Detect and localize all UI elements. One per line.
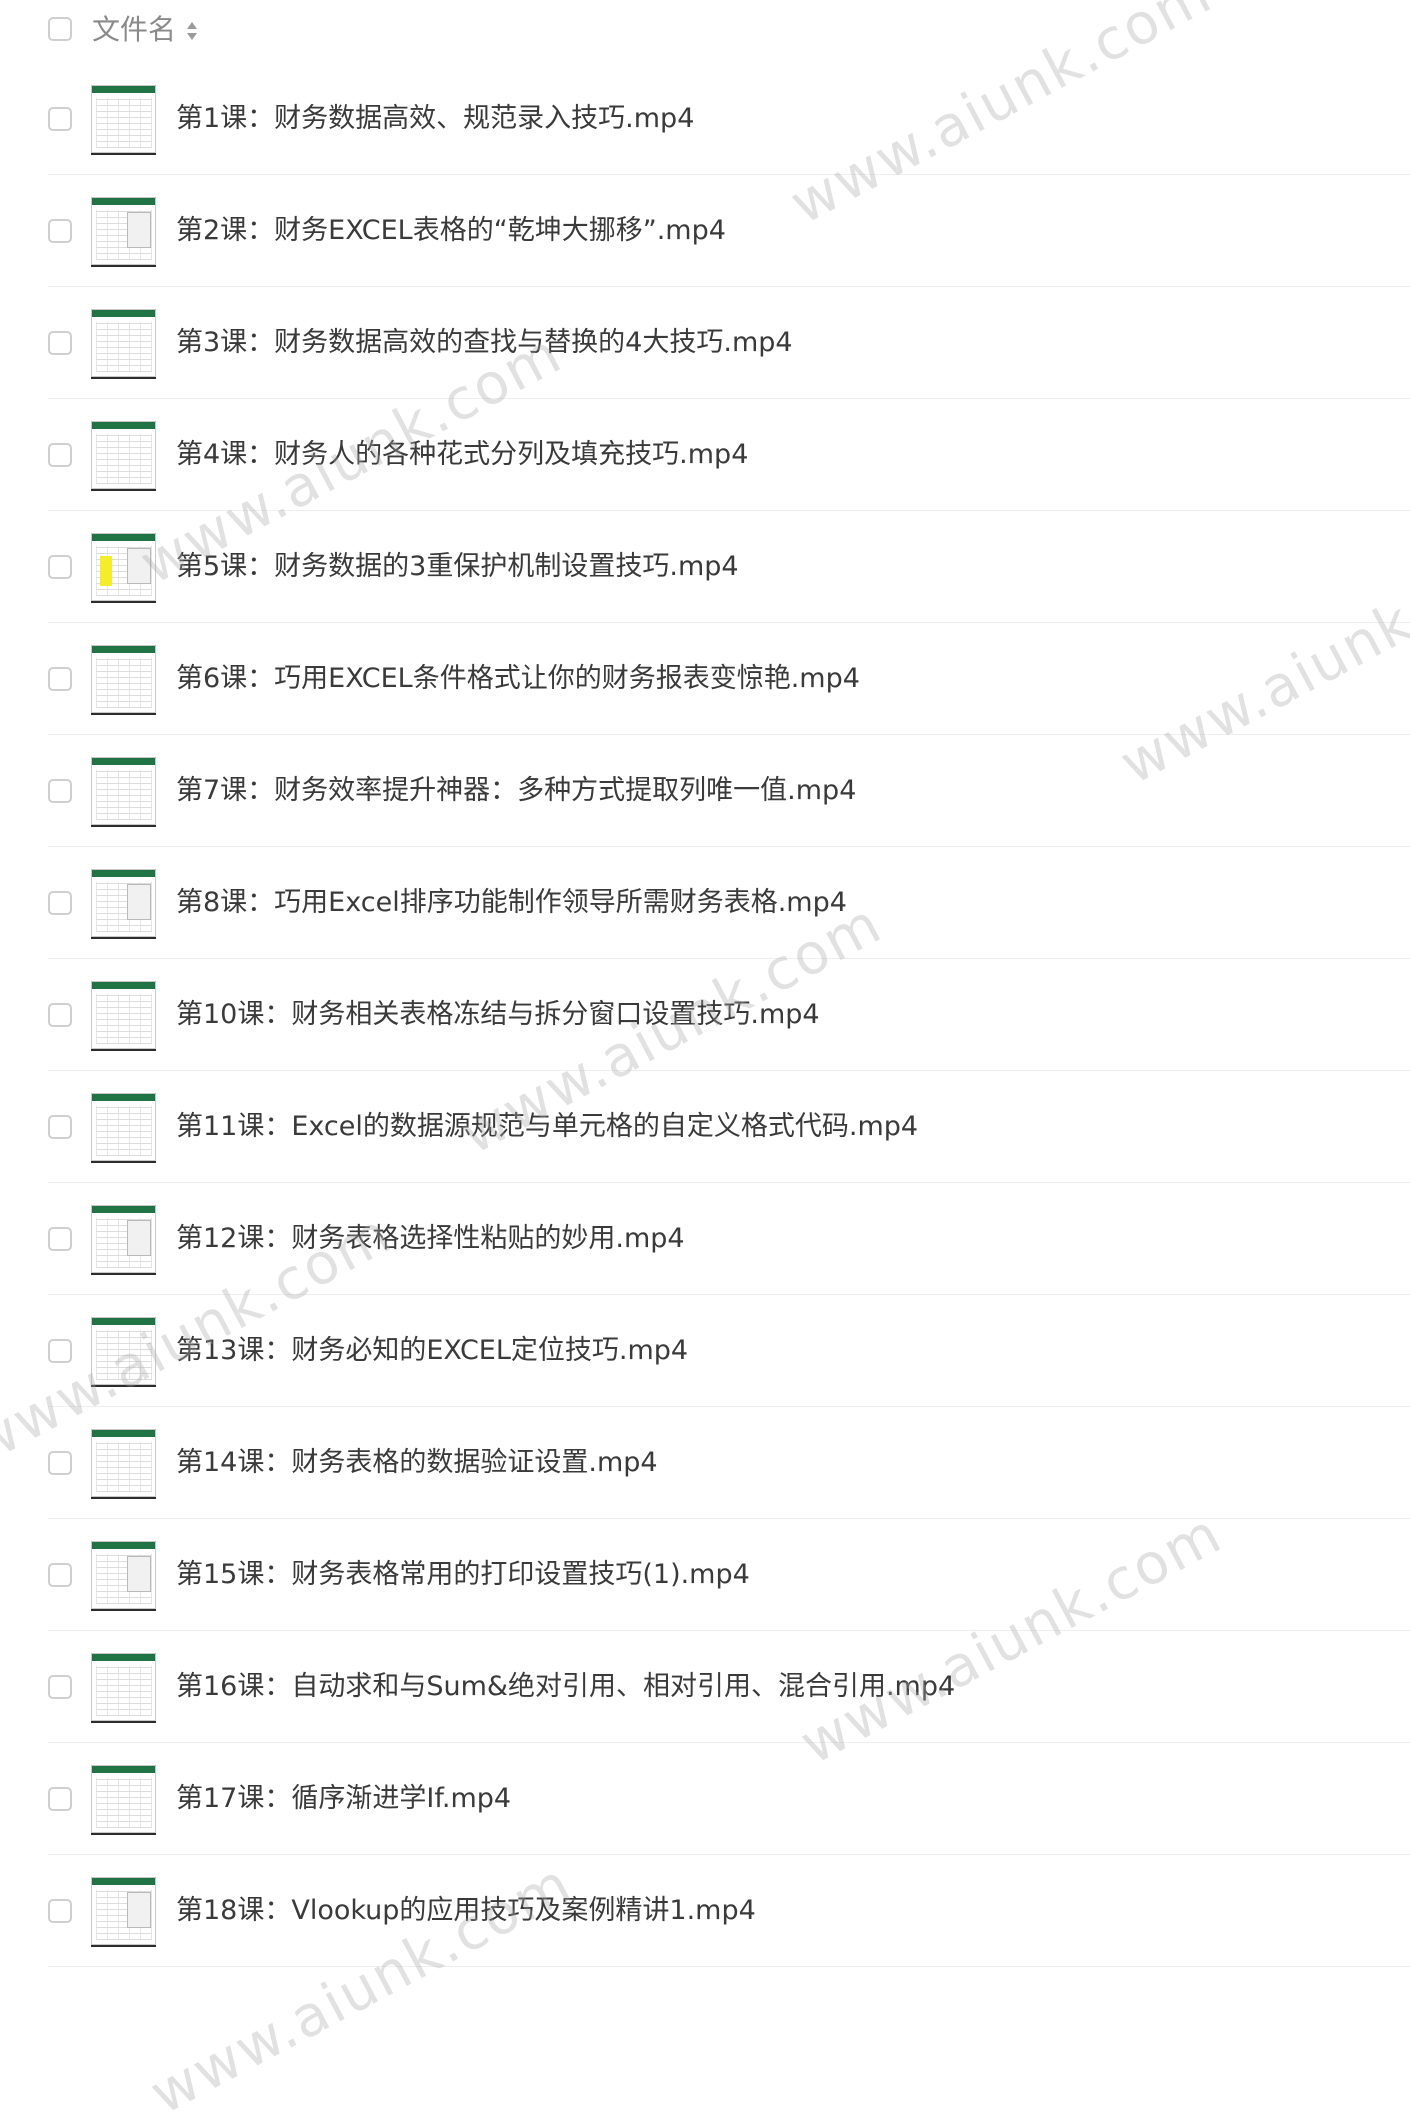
spreadsheet-thumbnail-icon[interactable]: [91, 1653, 156, 1721]
file-checkbox[interactable]: [48, 1787, 72, 1811]
file-name-link[interactable]: 第5课：财务数据的3重保护机制设置技巧.mp4: [176, 547, 739, 587]
file-name-link[interactable]: 第1课：财务数据高效、规范录入技巧.mp4: [176, 99, 694, 139]
file-checkbox[interactable]: [48, 219, 72, 243]
file-row[interactable]: 第17课：循序渐进学If.mp4: [0, 1743, 1410, 1855]
file-checkbox[interactable]: [48, 555, 72, 579]
file-name-link[interactable]: 第4课：财务人的各种花式分列及填充技巧.mp4: [176, 435, 748, 475]
file-checkbox[interactable]: [48, 1451, 72, 1475]
file-checkbox[interactable]: [48, 1003, 72, 1027]
file-row[interactable]: 第13课：财务必知的EXCEL定位技巧.mp4: [0, 1295, 1410, 1407]
file-name-link[interactable]: 第14课：财务表格的数据验证设置.mp4: [176, 1443, 658, 1483]
file-checkbox[interactable]: [48, 891, 72, 915]
file-row[interactable]: 第14课：财务表格的数据验证设置.mp4: [0, 1407, 1410, 1519]
file-row[interactable]: 第3课：财务数据高效的查找与替换的4大技巧.mp4: [0, 287, 1410, 399]
spreadsheet-thumbnail-icon[interactable]: [91, 533, 156, 601]
file-checkbox[interactable]: [48, 779, 72, 803]
file-row[interactable]: 第4课：财务人的各种花式分列及填充技巧.mp4: [0, 399, 1410, 511]
file-name-link[interactable]: 第6课：巧用EXCEL条件格式让你的财务报表变惊艳.mp4: [176, 659, 860, 699]
file-name-link[interactable]: 第10课：财务相关表格冻结与拆分窗口设置技巧.mp4: [176, 995, 820, 1035]
file-row[interactable]: 第15课：财务表格常用的打印设置技巧(1).mp4: [0, 1519, 1410, 1631]
column-header-filename[interactable]: 文件名: [92, 10, 176, 50]
file-row[interactable]: 第5课：财务数据的3重保护机制设置技巧.mp4: [0, 511, 1410, 623]
file-checkbox[interactable]: [48, 1899, 72, 1923]
file-checkbox[interactable]: [48, 667, 72, 691]
file-checkbox[interactable]: [48, 1563, 72, 1587]
file-row[interactable]: 第11课：Excel的数据源规范与单元格的自定义格式代码.mp4: [0, 1071, 1410, 1183]
spreadsheet-thumbnail-icon[interactable]: [91, 421, 156, 489]
spreadsheet-thumbnail-icon[interactable]: [91, 1205, 156, 1273]
file-name-link[interactable]: 第2课：财务EXCEL表格的“乾坤大挪移”.mp4: [176, 211, 726, 251]
spreadsheet-thumbnail-icon[interactable]: [91, 645, 156, 713]
spreadsheet-thumbnail-icon[interactable]: [91, 197, 156, 265]
spreadsheet-thumbnail-icon[interactable]: [91, 309, 156, 377]
file-checkbox[interactable]: [48, 1227, 72, 1251]
file-name-link[interactable]: 第15课：财务表格常用的打印设置技巧(1).mp4: [176, 1555, 750, 1595]
file-name-link[interactable]: 第12课：财务表格选择性粘贴的妙用.mp4: [176, 1219, 685, 1259]
spreadsheet-thumbnail-icon[interactable]: [91, 1093, 156, 1161]
file-list-header: 文件名: [0, 0, 1410, 60]
file-name-link[interactable]: 第11课：Excel的数据源规范与单元格的自定义格式代码.mp4: [176, 1107, 918, 1147]
file-checkbox[interactable]: [48, 1675, 72, 1699]
file-row[interactable]: 第6课：巧用EXCEL条件格式让你的财务报表变惊艳.mp4: [0, 623, 1410, 735]
file-row[interactable]: 第1课：财务数据高效、规范录入技巧.mp4: [0, 63, 1410, 175]
file-row[interactable]: 第12课：财务表格选择性粘贴的妙用.mp4: [0, 1183, 1410, 1295]
file-checkbox[interactable]: [48, 107, 72, 131]
file-row[interactable]: 第18课：Vlookup的应用技巧及案例精讲1.mp4: [0, 1855, 1410, 1967]
file-checkbox[interactable]: [48, 443, 72, 467]
sort-up-down-icon[interactable]: [186, 20, 198, 42]
spreadsheet-thumbnail-icon[interactable]: [91, 869, 156, 937]
spreadsheet-thumbnail-icon[interactable]: [91, 1429, 156, 1497]
file-checkbox[interactable]: [48, 1339, 72, 1363]
file-name-link[interactable]: 第16课：自动求和与Sum&绝对引用、相对引用、混合引用.mp4: [176, 1667, 955, 1707]
file-checkbox[interactable]: [48, 1115, 72, 1139]
file-name-link[interactable]: 第18课：Vlookup的应用技巧及案例精讲1.mp4: [176, 1891, 756, 1931]
file-name-link[interactable]: 第7课：财务效率提升神器：多种方式提取列唯一值.mp4: [176, 771, 856, 811]
file-row[interactable]: 第16课：自动求和与Sum&绝对引用、相对引用、混合引用.mp4: [0, 1631, 1410, 1743]
file-row[interactable]: 第2课：财务EXCEL表格的“乾坤大挪移”.mp4: [0, 175, 1410, 287]
file-row[interactable]: 第8课：巧用Excel排序功能制作领导所需财务表格.mp4: [0, 847, 1410, 959]
spreadsheet-thumbnail-icon[interactable]: [91, 1541, 156, 1609]
file-checkbox[interactable]: [48, 331, 72, 355]
spreadsheet-thumbnail-icon[interactable]: [91, 85, 156, 153]
spreadsheet-thumbnail-icon[interactable]: [91, 1877, 156, 1945]
spreadsheet-thumbnail-icon[interactable]: [91, 1765, 156, 1833]
spreadsheet-thumbnail-icon[interactable]: [91, 757, 156, 825]
spreadsheet-thumbnail-icon[interactable]: [91, 981, 156, 1049]
select-all-checkbox[interactable]: [48, 17, 72, 41]
spreadsheet-thumbnail-icon[interactable]: [91, 1317, 156, 1385]
row-divider: [48, 1966, 1410, 1967]
file-row[interactable]: 第7课：财务效率提升神器：多种方式提取列唯一值.mp4: [0, 735, 1410, 847]
file-name-link[interactable]: 第3课：财务数据高效的查找与替换的4大技巧.mp4: [176, 323, 793, 363]
file-name-link[interactable]: 第8课：巧用Excel排序功能制作领导所需财务表格.mp4: [176, 883, 847, 923]
file-row[interactable]: 第10课：财务相关表格冻结与拆分窗口设置技巧.mp4: [0, 959, 1410, 1071]
file-name-link[interactable]: 第17课：循序渐进学If.mp4: [176, 1779, 511, 1819]
file-name-link[interactable]: 第13课：财务必知的EXCEL定位技巧.mp4: [176, 1331, 688, 1371]
